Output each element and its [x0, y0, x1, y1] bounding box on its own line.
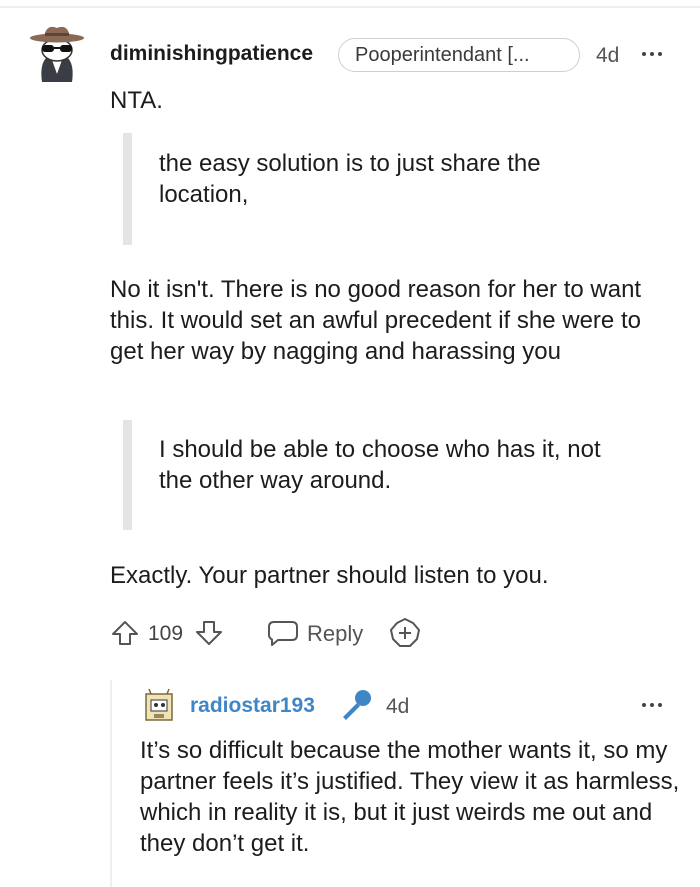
reply-button[interactable]: Reply [307, 621, 363, 647]
more-options-icon[interactable] [642, 50, 668, 58]
downvote-arrow-icon[interactable] [194, 619, 224, 647]
cowboy-avatar-icon[interactable] [28, 24, 86, 86]
speech-bubble-icon[interactable] [266, 619, 300, 647]
quote-bar [123, 420, 132, 530]
comment-paragraph: NTA. [110, 87, 163, 114]
vote-score: 109 [148, 622, 184, 645]
thread-line [110, 680, 112, 887]
more-options-icon[interactable] [642, 701, 668, 709]
boxy-avatar-icon[interactable] [142, 688, 176, 724]
user-flair: Pooperintendant [... [338, 38, 580, 72]
upvote-arrow-icon[interactable] [110, 619, 140, 647]
award-icon[interactable] [388, 617, 422, 649]
reply-username[interactable]: radiostar193 [190, 694, 315, 718]
comment-paragraph: No it isn't. There is no good reason for… [110, 276, 642, 365]
reply-age: 4d [386, 695, 410, 718]
top-divider [0, 6, 700, 8]
quoted-text: the easy solution is to just share the l… [159, 150, 541, 208]
reply-body: It’s so difficult because the mother wan… [140, 737, 680, 857]
comment-paragraph: Exactly. Your partner should listen to y… [110, 562, 549, 589]
quoted-text: I should be able to choose who has it, n… [159, 436, 601, 494]
quote-bar [123, 133, 132, 245]
comment-age: 4d [596, 44, 620, 67]
comment-username[interactable]: diminishingpatience [110, 42, 313, 66]
microphone-icon [343, 690, 371, 720]
